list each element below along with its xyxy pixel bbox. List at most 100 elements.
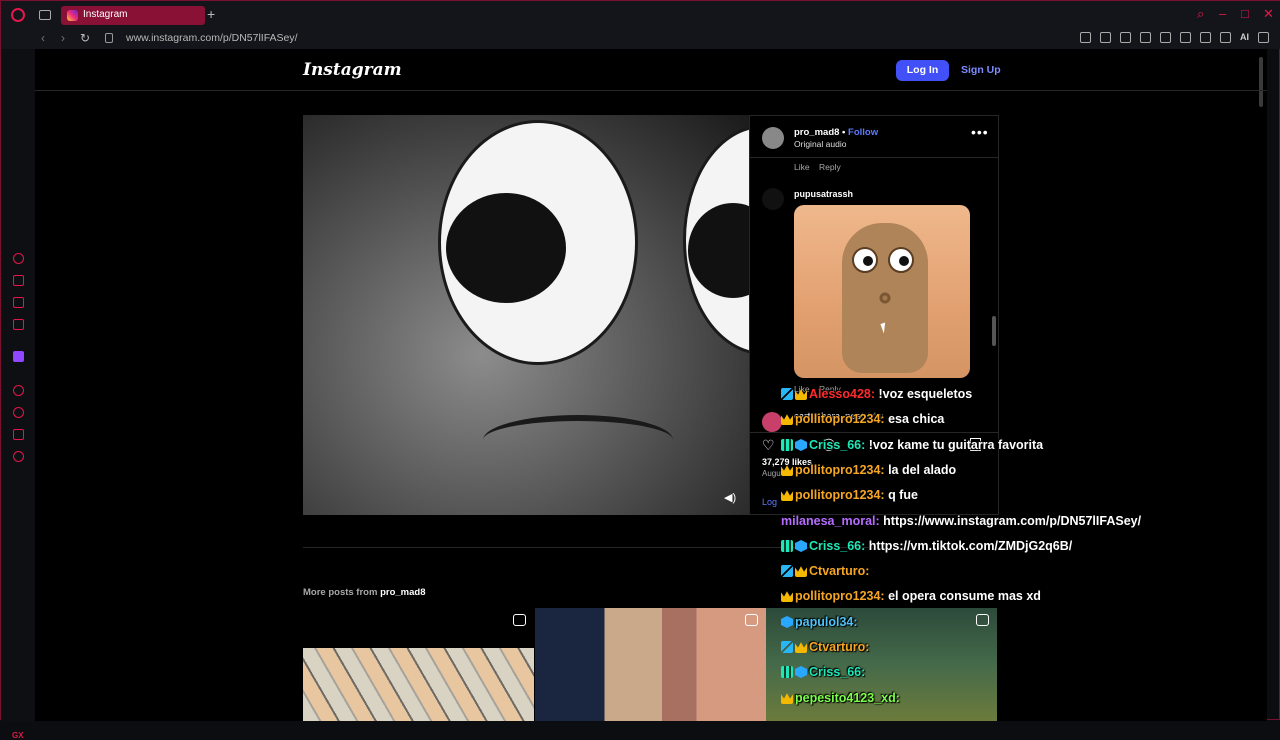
comment-actions: Like Reply [794, 162, 841, 172]
instagram-header: Instagram Log In Sign Up [35, 49, 1267, 91]
chat-username[interactable]: pollitopro1234: [795, 589, 885, 603]
chat-username[interactable]: milanesa_moral: [781, 514, 880, 528]
gx-corner-icon[interactable] [13, 275, 24, 286]
chat-text: esa chica [884, 412, 945, 426]
right-eye [683, 125, 749, 355]
audio-label[interactable]: Original audio [794, 139, 846, 149]
crown-badge-icon [781, 465, 793, 476]
chat-username[interactable]: Criss_66: [809, 539, 865, 553]
menu-icon[interactable] [1258, 32, 1269, 43]
left-eye [438, 120, 638, 365]
chat-message: Ctvarturo: [781, 640, 869, 654]
forward-button[interactable]: › [61, 31, 65, 45]
chat-text: q fue [884, 488, 918, 502]
comments-scrollbar[interactable] [992, 316, 996, 346]
chat-username[interactable]: Alesso428: [809, 387, 875, 401]
crown-badge-icon [781, 693, 793, 704]
minimize-button[interactable]: – [1219, 7, 1226, 21]
chat-text: el opera consume mas xd [884, 589, 1041, 603]
mouth [483, 415, 673, 465]
chat-message: pepesito4123_xd: [781, 691, 900, 705]
comment-gif[interactable] [794, 205, 970, 378]
post-thumbnail[interactable] [535, 608, 766, 721]
login-link[interactable]: Log [762, 497, 777, 507]
chat-username[interactable]: Criss_66: [809, 665, 865, 679]
gx-control-icon[interactable] [13, 253, 24, 264]
post-thumbnail[interactable] [303, 608, 534, 721]
sword-badge-icon [781, 565, 793, 577]
player-icon[interactable] [13, 297, 24, 308]
chat-username[interactable]: pollitopro1234: [795, 463, 885, 477]
commenter2-avatar[interactable] [762, 412, 782, 432]
commenter-username[interactable]: pupusatrassh [794, 189, 853, 199]
twitch-icon[interactable] [13, 351, 24, 362]
crown-badge-icon [781, 414, 793, 425]
chat-username[interactable]: papulol34: [795, 615, 858, 629]
cheetah-figure [842, 223, 928, 373]
more-posts-user[interactable]: pro_mad8 [380, 587, 425, 598]
browser-window: Instagram + ⌕ – □ ✕ ‹ › ↻ www.instagram.… [0, 0, 1280, 740]
cube-badge-icon [795, 439, 807, 451]
tab-islands-icon[interactable] [39, 10, 51, 20]
play-icon[interactable] [1160, 32, 1171, 43]
chat-message: milanesa_moral: https://www.instagram.co… [781, 514, 1141, 528]
profile-icon[interactable] [1200, 32, 1211, 43]
crown-badge-icon [795, 389, 807, 400]
chat-username[interactable]: pollitopro1234: [795, 488, 885, 502]
pin-icon[interactable] [1080, 32, 1091, 43]
crown-badge-icon [781, 591, 793, 602]
chat-username[interactable]: pepesito4123_xd: [795, 691, 900, 705]
signup-button[interactable]: Sign Up [961, 64, 1001, 76]
clock-icon[interactable] [13, 385, 24, 396]
instagram-logo[interactable]: Instagram [303, 60, 402, 80]
extensions-icon[interactable] [13, 429, 24, 440]
reply-link[interactable]: Reply [819, 162, 841, 172]
chat-username[interactable]: Ctvarturo: [809, 640, 869, 654]
ai-button[interactable]: AI [1240, 32, 1249, 43]
instagram-favicon-icon [67, 10, 78, 21]
close-button[interactable]: ✕ [1263, 7, 1274, 21]
settings-icon[interactable] [13, 451, 24, 462]
follow-button[interactable]: Follow [848, 127, 878, 138]
cube-badge-icon [781, 616, 793, 628]
more-options-icon[interactable]: ••• [971, 124, 989, 140]
like-link[interactable]: Like [794, 162, 810, 172]
history-icon[interactable] [13, 407, 24, 418]
lock-icon[interactable] [105, 33, 113, 43]
reload-button[interactable]: ↻ [80, 31, 90, 45]
post-video[interactable]: ◀) [303, 115, 749, 515]
address-bar: ‹ › ↻ www.instagram.com/p/DN57lIFASey/ A… [1, 29, 1280, 49]
snapshot-icon[interactable] [1100, 32, 1111, 43]
chat-message: pollitopro1234: esa chica [781, 412, 944, 426]
chat-text: la del alado [884, 463, 957, 477]
new-tab-button[interactable]: + [207, 6, 215, 22]
post-header: pro_mad8 • Follow Original audio ••• [750, 116, 998, 158]
chat-username[interactable]: Ctvarturo: [809, 564, 869, 578]
chat-text: https://vm.tiktok.com/ZMDjG2q6B/ [865, 539, 1073, 553]
chat-username[interactable]: pollitopro1234: [795, 412, 885, 426]
chat-username[interactable]: Criss_66: [809, 438, 865, 452]
avatar[interactable] [762, 127, 784, 149]
opera-logo-icon[interactable] [11, 8, 25, 22]
adblock-icon[interactable] [1120, 32, 1131, 43]
tab-instagram[interactable]: Instagram [61, 6, 205, 25]
messenger-icon[interactable] [13, 319, 24, 330]
chat-message: papulol34: [781, 615, 858, 629]
download-icon[interactable] [1220, 32, 1231, 43]
login-button[interactable]: Log In [896, 60, 949, 81]
search-tabs-icon[interactable]: ⌕ [1197, 7, 1204, 21]
maximize-button[interactable]: □ [1241, 7, 1249, 21]
chat-message: Criss_66: !voz kame tu guitarra favorita [781, 438, 1043, 452]
post-username[interactable]: pro_mad8 • Follow [794, 127, 878, 138]
chat-message: pollitopro1234: la del alado [781, 463, 956, 477]
commenter-avatar[interactable] [762, 188, 784, 210]
volume-icon[interactable]: ◀) [724, 491, 736, 504]
like-heart-icon[interactable]: ♡ [762, 437, 775, 454]
url-field[interactable]: www.instagram.com/p/DN57lIFASey/ [126, 32, 298, 44]
heart-bookmark-icon[interactable] [1180, 32, 1191, 43]
gx-label: GX [12, 731, 24, 740]
back-button[interactable]: ‹ [41, 31, 45, 45]
toolbar-icons: AI [1080, 32, 1269, 43]
translate-icon[interactable] [1140, 32, 1151, 43]
more-posts-heading: More posts from pro_mad8 [303, 587, 426, 598]
